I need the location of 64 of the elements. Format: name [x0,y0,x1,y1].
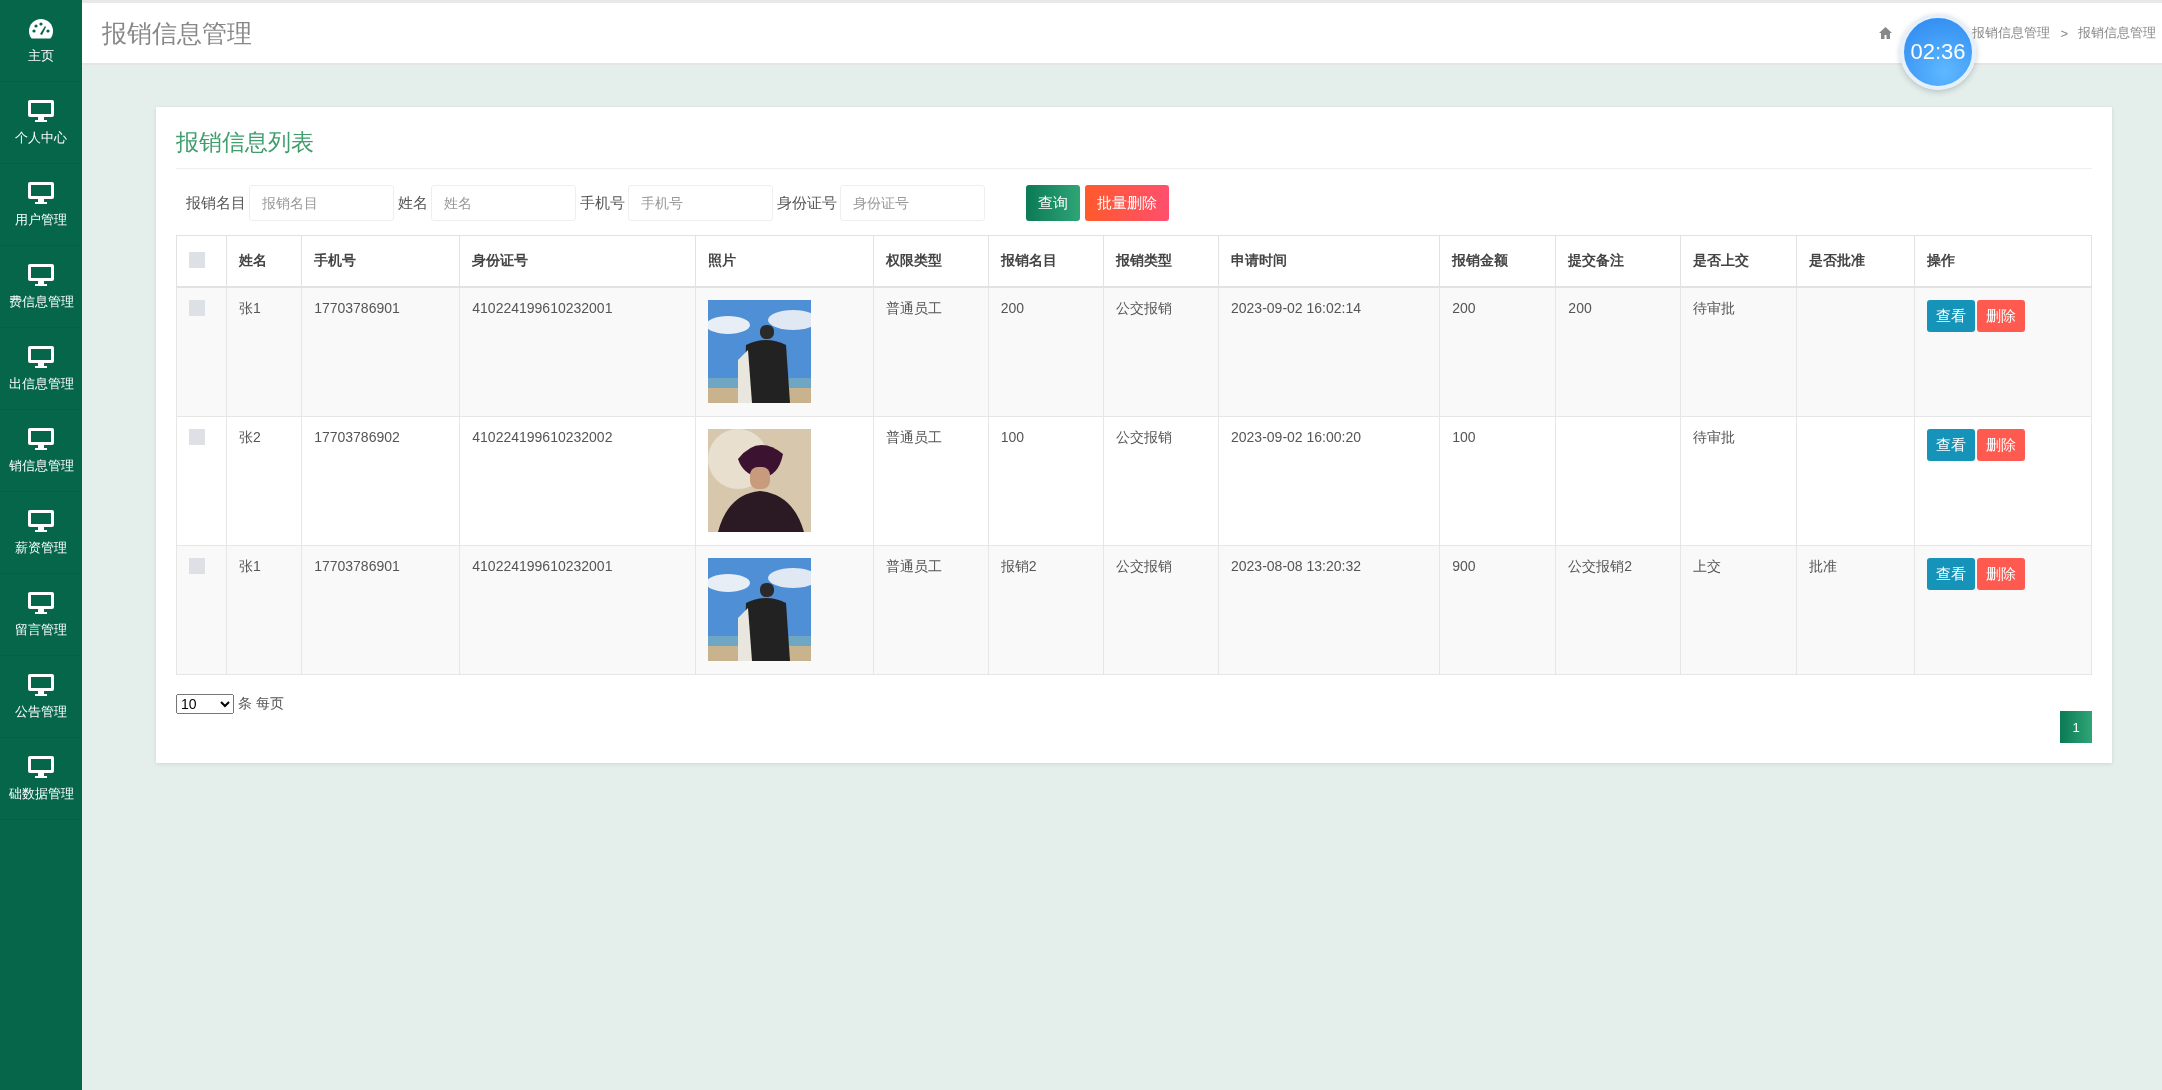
table-cell: 公交报销2 [1555,545,1681,675]
table-cell: 17703786901 [301,287,460,417]
view-button[interactable]: 查看 [1926,300,1975,332]
monitor-icon [27,508,55,533]
monitor-icon [27,180,55,205]
table-cell: 张2 [226,416,302,546]
checkbox[interactable] [189,251,205,268]
field-label: 手机号 [580,193,625,213]
table-cell: 张1 [226,545,302,675]
page-size-select[interactable]: 10 [176,694,234,714]
monitor-icon [27,590,55,615]
table-cell: 待审批 [1680,287,1797,417]
checkbox[interactable] [189,558,205,574]
table-cell: 200 [1439,287,1556,417]
view-button[interactable]: 查看 [1926,429,1975,461]
monitor-icon [27,754,55,779]
dashboard-icon [27,16,55,41]
table-cell: 批准 [1796,545,1915,675]
table-cell: 200 [1555,287,1681,417]
table-cell: 张1 [226,287,302,417]
field-label: 报销名目 [186,193,246,213]
table-cell: 200 [988,287,1104,417]
table-cell: 410224199610232001 [459,287,695,417]
monitor-icon [27,262,55,287]
table-cell: 17703786901 [301,545,460,675]
search-field[interactable]: 报销名目 [249,185,394,221]
table-cell: 2023-08-08 13:20:32 [1218,545,1440,675]
breadcrumb-item[interactable]: 报销信息管理 [2078,24,2156,42]
monitor-icon [27,344,55,369]
field-label: 姓名 [398,193,428,213]
table-cell: 待审批 [1680,416,1797,546]
table-cell: 900 [1439,545,1556,675]
table-cell: 410224199610232002 [459,416,695,546]
card-title: 报销信息列表 [176,127,2092,169]
table-cell: 公交报销 [1103,287,1219,417]
home-icon[interactable] [1879,27,1893,39]
table-cell: 报销2 [988,545,1104,675]
table-cell: 100 [1439,416,1556,546]
field-label: 身份证号 [777,193,837,213]
view-button[interactable]: 查看 [1926,558,1975,590]
monitor-icon [27,426,55,451]
table-cell: 2023-09-02 16:02:14 [1218,287,1440,417]
monitor-icon [27,672,55,697]
search-field[interactable]: 身份证号 [840,185,985,221]
table-cell: 普通员工 [873,416,989,546]
table-cell: 2023-09-02 16:00:20 [1218,416,1440,546]
table-cell: 17703786902 [301,416,460,546]
checkbox[interactable] [189,429,205,445]
page-size-label: 条 每页 [238,695,284,713]
table-cell: 普通员工 [873,287,989,417]
table-cell: 100 [988,416,1104,546]
table-cell: 普通员工 [873,545,989,675]
table-cell: 公交报销 [1103,545,1219,675]
breadcrumb-separator: > [2060,25,2068,41]
page-title: 报销信息管理 [102,17,252,49]
table-cell: 410224199610232001 [459,545,695,675]
page-button[interactable]: 1 [2060,711,2092,743]
monitor-icon [27,98,55,123]
search-field[interactable]: 手机号 [628,185,773,221]
query-button[interactable]: 查询 [1026,185,1080,221]
table-cell: 上交 [1680,545,1797,675]
checkbox[interactable] [189,300,205,316]
search-field[interactable]: 姓名 [431,185,576,221]
table-cell: 公交报销 [1103,416,1219,546]
